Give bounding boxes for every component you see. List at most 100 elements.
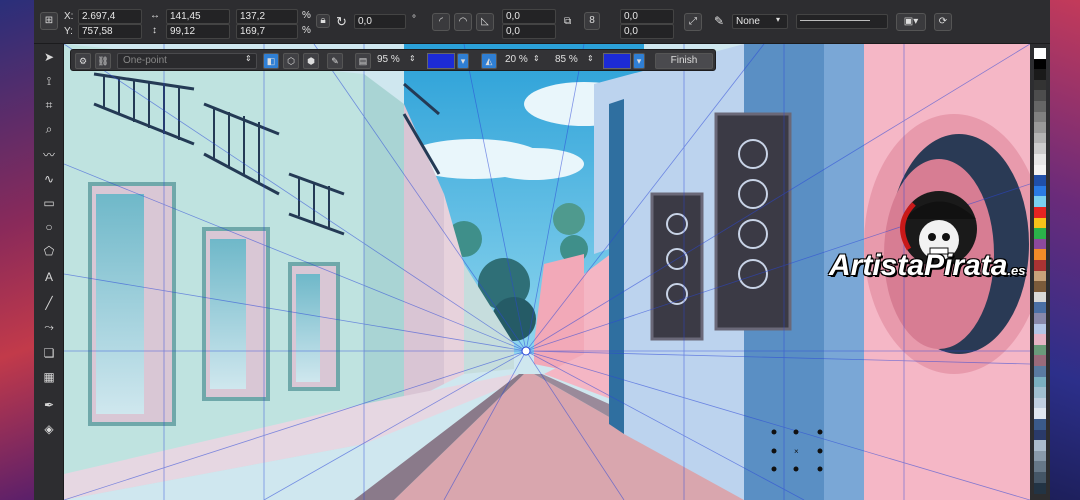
palette-swatch[interactable] xyxy=(1034,164,1046,176)
zoom-icon[interactable]: ⌕ xyxy=(40,120,58,138)
corner-a-input[interactable]: 0,0 xyxy=(620,9,674,24)
plane-side-icon[interactable]: ⬢ xyxy=(303,53,319,69)
palette-swatch[interactable] xyxy=(1034,196,1046,208)
palette-swatch[interactable] xyxy=(1034,154,1046,165)
corner-round-icon[interactable]: ◜ xyxy=(432,13,450,31)
dimension-icon[interactable]: ╱ xyxy=(40,294,58,312)
palette-swatch[interactable] xyxy=(1034,323,1046,335)
palette-swatch[interactable] xyxy=(1034,450,1046,462)
rotation-input[interactable]: 0,0 xyxy=(354,14,406,29)
palette-swatch[interactable] xyxy=(1034,355,1046,367)
palette-swatch[interactable] xyxy=(1034,249,1046,261)
perspective-link-icon[interactable]: ⛓ xyxy=(95,53,111,69)
palette-swatch[interactable] xyxy=(1034,48,1046,59)
palette-swatch[interactable] xyxy=(1034,207,1046,218)
palette-swatch[interactable] xyxy=(1034,334,1046,346)
corner-count-badge[interactable]: 8 xyxy=(584,12,600,30)
palette-swatch[interactable] xyxy=(1034,281,1046,293)
palette-swatch[interactable] xyxy=(1034,270,1046,282)
shape-icon[interactable]: ⟟ xyxy=(40,72,58,90)
convert-curves-icon[interactable]: ⟳ xyxy=(934,13,952,31)
fill-icon[interactable]: ◈ xyxy=(40,420,58,438)
height-input[interactable]: 99,12 xyxy=(166,24,230,39)
palette-swatch[interactable] xyxy=(1034,461,1046,473)
corner-b-input[interactable]: 0,0 xyxy=(620,24,674,39)
line-opacity-value[interactable]: 85 % xyxy=(555,54,578,65)
palette-swatch[interactable] xyxy=(1034,291,1046,303)
eyedropper-icon[interactable]: ✒ xyxy=(40,396,58,414)
grid-opacity-value[interactable]: 95 % xyxy=(377,54,400,65)
corner-y-input[interactable]: 0,0 xyxy=(502,24,556,39)
palette-swatch[interactable] xyxy=(1034,313,1046,324)
lock-ratio-icon[interactable]: 🔒︎ xyxy=(316,14,330,28)
palette-swatch[interactable] xyxy=(1034,175,1046,187)
palette-swatch[interactable] xyxy=(1034,185,1046,197)
chevron-down-icon[interactable]: ▾ xyxy=(633,53,645,69)
grid-opacity-icon[interactable]: ▤ xyxy=(355,53,371,69)
pencil-icon[interactable]: ✎ xyxy=(327,53,343,69)
chevron-down-icon[interactable]: ▾ xyxy=(457,53,469,69)
drawing-canvas[interactable]: × ArtistaPirata.es xyxy=(64,44,1030,500)
ellipse-icon[interactable]: ○ xyxy=(40,218,58,236)
perspective-settings-icon[interactable]: ⚙ xyxy=(75,53,91,69)
pick-icon[interactable]: ➤ xyxy=(40,48,58,66)
palette-swatch[interactable] xyxy=(1034,58,1046,70)
palette-swatch[interactable] xyxy=(1034,111,1046,123)
reference-point-icon[interactable]: ⊞ xyxy=(40,12,58,30)
stepper-icon[interactable]: ⇕ xyxy=(587,54,594,63)
scale-width-input[interactable]: 137,2 xyxy=(236,9,298,24)
corner-scallop-icon[interactable]: ◠ xyxy=(454,13,472,31)
outline-style-select[interactable] xyxy=(796,14,888,29)
y-position-input[interactable]: 757,58 xyxy=(78,24,142,39)
palette-swatch[interactable] xyxy=(1034,472,1046,483)
palette-swatch[interactable] xyxy=(1034,122,1046,134)
palette-swatch[interactable] xyxy=(1034,69,1046,81)
palette-swatch[interactable] xyxy=(1034,302,1046,314)
palette-swatch[interactable] xyxy=(1034,376,1046,388)
corner-x-input[interactable]: 0,0 xyxy=(502,9,556,24)
corner-chamfer-icon[interactable]: ◺ xyxy=(476,13,494,31)
fill-opacity-icon[interactable]: ◭ xyxy=(481,53,497,69)
palette-swatch[interactable] xyxy=(1034,132,1046,144)
palette-swatch[interactable] xyxy=(1034,79,1046,91)
width-input[interactable]: 141,45 xyxy=(166,9,230,24)
wrap-text-icon[interactable]: ▣▾ xyxy=(896,13,926,31)
palette-swatch[interactable] xyxy=(1034,408,1046,420)
palette-swatch[interactable] xyxy=(1034,482,1046,494)
palette-swatch[interactable] xyxy=(1034,366,1046,377)
palette-swatch[interactable] xyxy=(1034,90,1046,102)
crop-icon[interactable]: ⌗ xyxy=(40,96,58,114)
x-position-input[interactable]: 2.697,4 xyxy=(78,9,142,24)
palette-swatch[interactable] xyxy=(1034,143,1046,155)
palette-swatch[interactable] xyxy=(1034,344,1046,356)
palette-swatch[interactable] xyxy=(1034,260,1046,271)
fill-opacity-value[interactable]: 20 % xyxy=(505,54,528,65)
text-icon[interactable]: A xyxy=(40,268,58,286)
palette-swatch[interactable] xyxy=(1034,440,1046,452)
polygon-icon[interactable]: ⬠ xyxy=(40,242,58,260)
palette-swatch[interactable] xyxy=(1034,101,1046,112)
palette-swatch[interactable] xyxy=(1034,429,1046,441)
shadow-icon[interactable]: ❏ xyxy=(40,344,58,362)
scale-corners-icon[interactable]: ⤢ xyxy=(684,13,702,31)
palette-swatch[interactable] xyxy=(1034,397,1046,409)
freehand-icon[interactable]: 〰 xyxy=(40,146,58,164)
plane-cube-icon[interactable]: ⬡ xyxy=(283,53,299,69)
palette-swatch[interactable] xyxy=(1034,419,1046,430)
scale-height-input[interactable]: 169,7 xyxy=(236,24,298,39)
palette-swatch[interactable] xyxy=(1034,387,1046,399)
stepper-icon[interactable]: ⇕ xyxy=(533,54,540,63)
transparency-icon[interactable]: ▦ xyxy=(40,368,58,386)
stepper-icon[interactable]: ⇕ xyxy=(409,54,416,63)
palette-swatch[interactable] xyxy=(1034,238,1046,250)
palette-swatch[interactable] xyxy=(1034,217,1046,229)
plane-front-icon[interactable]: ◧ xyxy=(263,53,279,69)
line-color-swatch[interactable] xyxy=(603,53,631,69)
rectangle-icon[interactable]: ▭ xyxy=(40,194,58,212)
artistic-icon[interactable]: ∿ xyxy=(40,170,58,188)
chevron-down-icon[interactable]: ▾ xyxy=(776,15,780,24)
finish-button[interactable]: Finish xyxy=(655,53,713,69)
connector-icon[interactable]: ⤳ xyxy=(40,318,58,336)
perspective-mode-select[interactable]: One-point xyxy=(117,53,257,69)
palette-swatch[interactable] xyxy=(1034,228,1046,240)
